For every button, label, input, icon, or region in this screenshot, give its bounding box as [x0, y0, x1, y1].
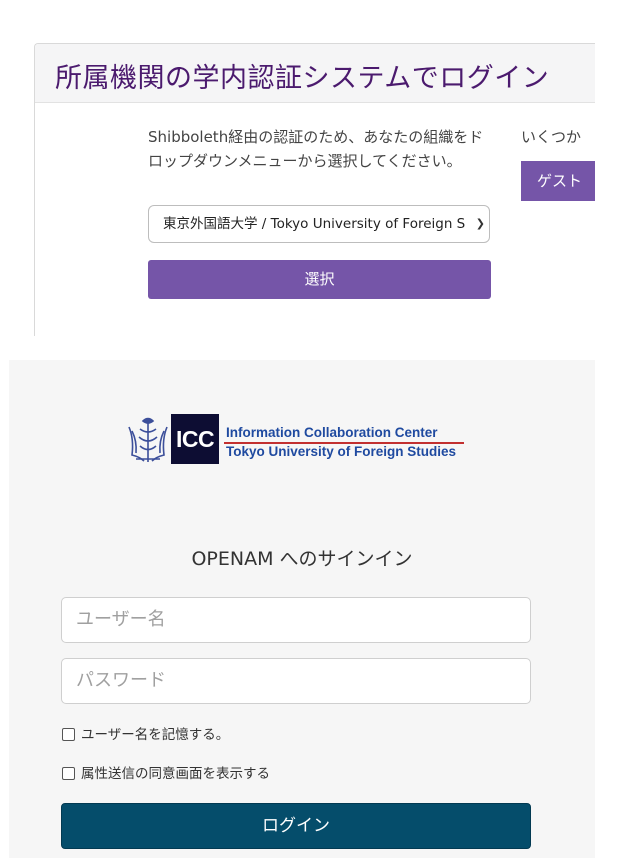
- remember-username-label: ユーザー名を記憶する。: [81, 727, 230, 743]
- icc-logo-mark: ICC: [171, 414, 219, 464]
- university-crest-icon: [128, 417, 168, 462]
- organization-select[interactable]: 東京外国語大学 / Tokyo University of Foreign S …: [148, 205, 490, 243]
- guest-button[interactable]: ゲスト: [521, 161, 595, 201]
- discovery-instructions: Shibboleth経由の認証のため、あなたの組織をドロップダウンメニューから選…: [148, 128, 484, 170]
- remember-username-row[interactable]: ユーザー名を記憶する。: [62, 726, 229, 744]
- discovery-header: 所属機関の学内認証システムでログイン: [35, 44, 595, 103]
- discovery-panel: 所属機関の学内認証システムでログイン Shibboleth経由の認証のため、あな…: [34, 43, 595, 336]
- password-placeholder: パスワード: [76, 670, 166, 691]
- organization-select-value: 東京外国語大学 / Tokyo University of Foreign S: [163, 216, 466, 232]
- logo-text-center: Information Collaboration Center: [226, 425, 438, 440]
- remember-username-checkbox[interactable]: [62, 727, 75, 741]
- signin-title: OPENAM へのサインイン: [191, 548, 413, 570]
- other-options-text: いくつか: [521, 128, 582, 146]
- icc-logo: ICC Information Collaboration Center Tok…: [126, 412, 466, 467]
- logo-text-university: Tokyo University of Foreign Studies: [226, 444, 457, 459]
- username-input[interactable]: ユーザー名: [61, 597, 531, 643]
- login-button[interactable]: ログイン: [61, 803, 531, 849]
- username-placeholder: ユーザー名: [76, 609, 166, 630]
- password-input[interactable]: パスワード: [61, 658, 531, 704]
- chevron-down-icon: ❯: [475, 217, 485, 230]
- select-button[interactable]: 選択: [148, 260, 491, 299]
- attribute-consent-row[interactable]: 属性送信の同意画面を表示する: [62, 765, 270, 783]
- attribute-consent-checkbox[interactable]: [62, 766, 75, 780]
- login-panel: ICC Information Collaboration Center Tok…: [9, 360, 595, 858]
- discovery-title: 所属機関の学内認証システムでログイン: [55, 63, 550, 94]
- attribute-consent-label: 属性送信の同意画面を表示する: [81, 766, 270, 782]
